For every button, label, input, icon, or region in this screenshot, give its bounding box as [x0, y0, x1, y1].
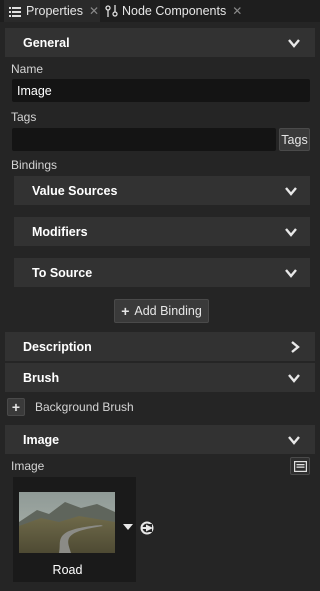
binding-group-value-sources[interactable]: Value Sources — [14, 176, 310, 205]
add-binding-button[interactable]: + Add Binding — [114, 299, 209, 323]
close-icon[interactable]: ✕ — [89, 4, 99, 18]
tab-node-components-label: Node Components — [122, 4, 227, 18]
section-general-header[interactable]: General — [5, 28, 315, 57]
name-input[interactable]: Image — [12, 79, 310, 102]
road-preview-image — [19, 492, 115, 553]
image-asset-thumbnail[interactable]: Road — [13, 477, 136, 582]
components-icon — [104, 4, 118, 18]
section-image-header[interactable]: Image — [5, 425, 315, 454]
tab-properties-label: Properties — [26, 4, 83, 18]
chevron-down-icon — [288, 374, 300, 383]
chevron-down-icon — [285, 228, 297, 237]
add-binding-label: Add Binding — [134, 304, 202, 318]
image-browser-button[interactable] — [290, 457, 310, 475]
tags-button[interactable]: Tags — [279, 128, 310, 151]
add-background-brush-button[interactable]: + — [7, 398, 25, 416]
bindings-label: Bindings — [11, 158, 58, 172]
plus-icon: + — [121, 303, 130, 319]
list-icon — [8, 4, 22, 18]
chevron-down-icon — [288, 39, 300, 48]
section-description-title: Description — [23, 339, 92, 354]
name-label: Name — [11, 62, 44, 76]
binding-group-to-source-title: To Source — [32, 265, 93, 280]
section-general-title: General — [23, 35, 70, 50]
background-brush-label: Background Brush — [35, 400, 134, 414]
image-browser-icon — [293, 460, 307, 472]
chevron-down-icon — [285, 187, 297, 196]
chevron-down-icon — [285, 269, 297, 278]
chevron-right-icon — [291, 341, 300, 353]
binding-group-to-source[interactable]: To Source — [14, 258, 310, 287]
tab-bar: Properties ✕ Node Components ✕ — [0, 0, 320, 22]
tab-properties[interactable]: Properties ✕ — [4, 0, 100, 22]
binding-group-modifiers-title: Modifiers — [32, 224, 88, 239]
caret-down-icon[interactable] — [122, 523, 134, 531]
chevron-down-icon — [288, 436, 300, 445]
tags-label: Tags — [11, 110, 37, 124]
navigate-to-asset-icon[interactable] — [140, 520, 156, 536]
section-brush-title: Brush — [23, 370, 60, 385]
binding-group-modifiers[interactable]: Modifiers — [14, 217, 310, 246]
tags-input[interactable] — [12, 128, 276, 151]
section-brush-header[interactable]: Brush — [5, 363, 315, 392]
plus-icon: + — [11, 399, 21, 415]
image-property-label: Image — [11, 459, 45, 473]
section-description-header[interactable]: Description — [5, 332, 315, 361]
close-icon[interactable]: ✕ — [232, 4, 242, 18]
section-image-title: Image — [23, 432, 60, 447]
binding-group-value-sources-title: Value Sources — [32, 183, 118, 198]
image-asset-name: Road — [52, 563, 83, 577]
tab-node-components[interactable]: Node Components ✕ — [102, 0, 244, 22]
